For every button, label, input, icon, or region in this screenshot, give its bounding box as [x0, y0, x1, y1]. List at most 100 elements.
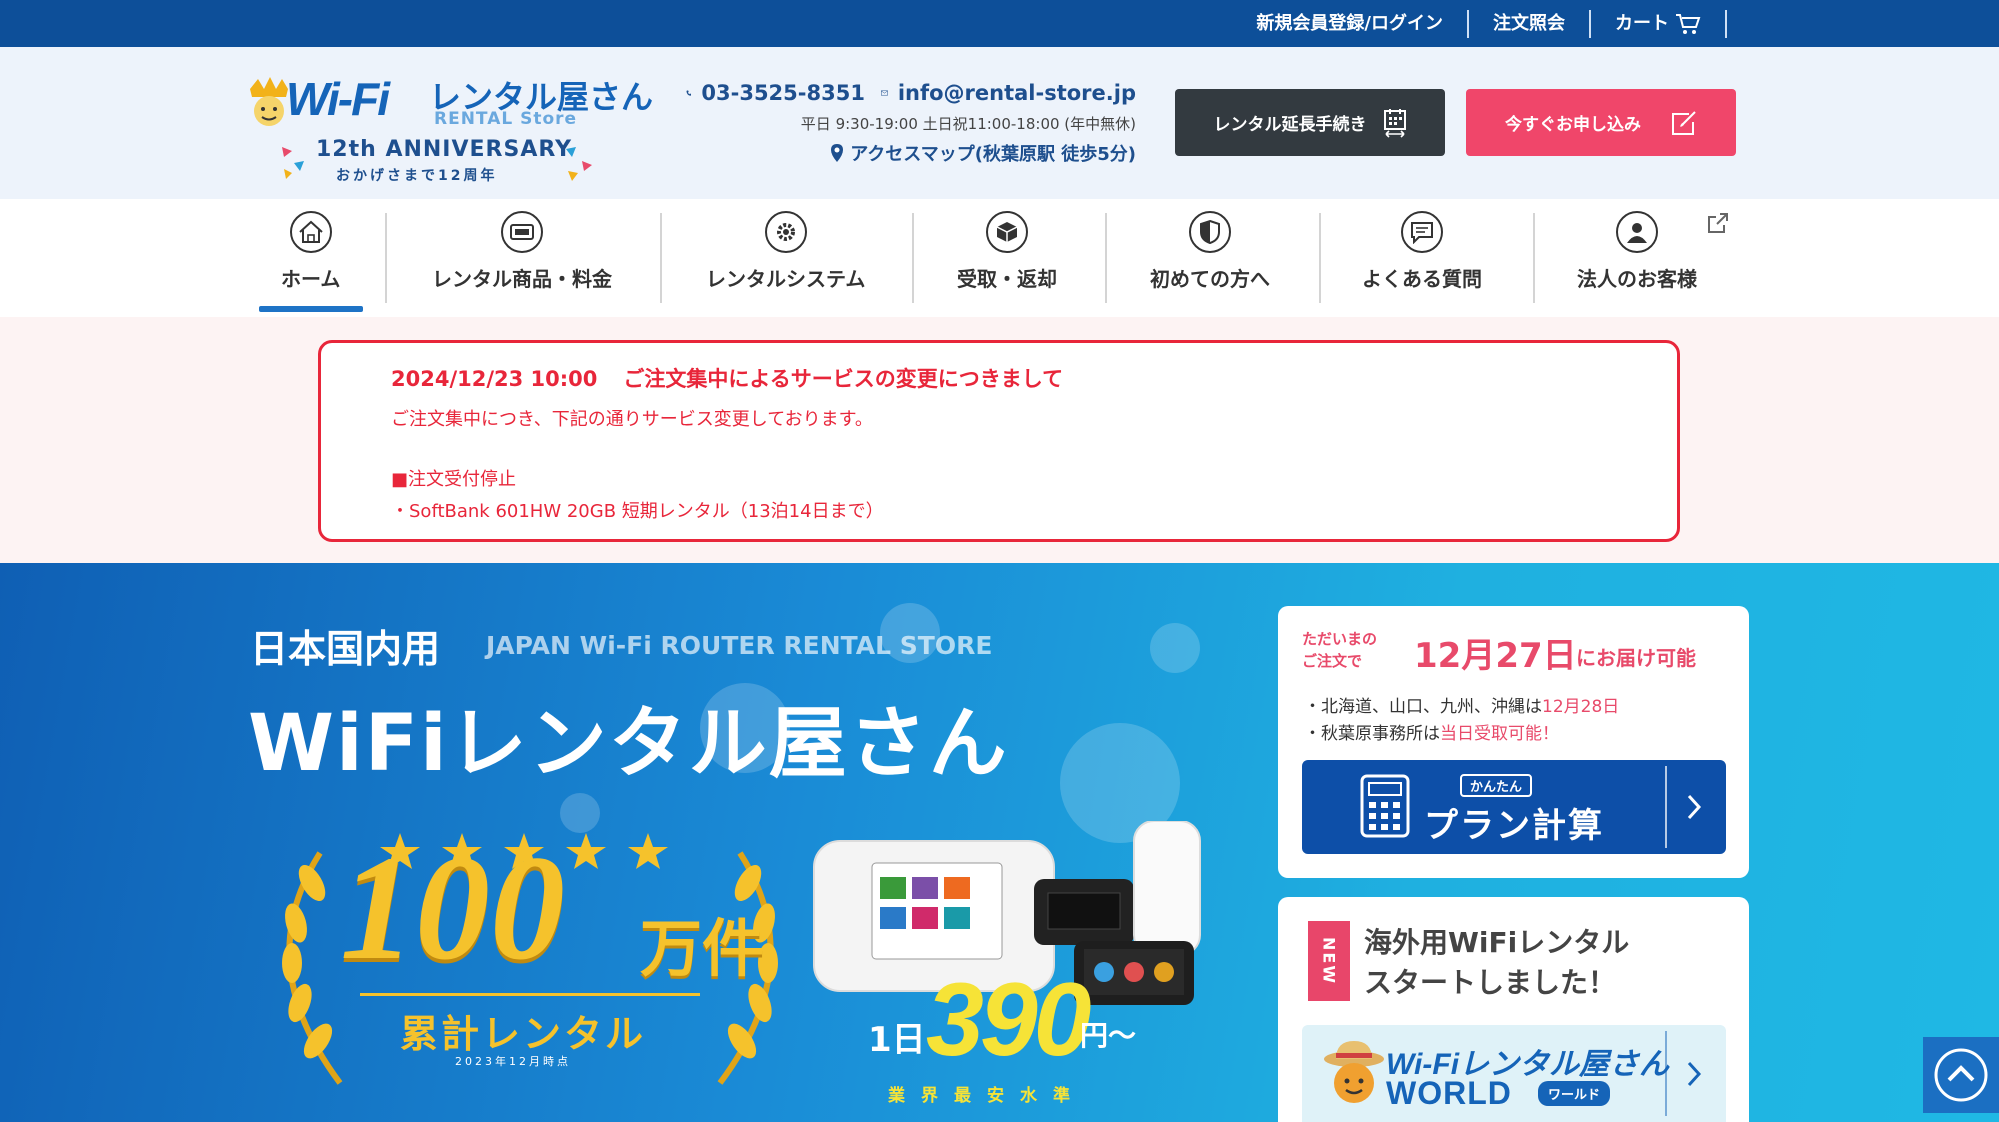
nav-item-label: 法人のお客様 [1577, 267, 1697, 291]
register-login-label: 新規会員登録/ログイン [1256, 12, 1443, 34]
chevron-right-icon [1687, 1061, 1702, 1087]
world-divider [1665, 1031, 1667, 1116]
nav-item-first-time[interactable]: 初めての方へ [1150, 211, 1270, 305]
nav-item-pickup-return[interactable]: 受取・返却 [957, 211, 1057, 305]
edit-icon [1672, 110, 1696, 135]
nav-item-faq[interactable]: よくある質問 [1362, 211, 1482, 305]
overseas-line1: 海外用WiFiレンタル [1364, 926, 1630, 959]
email-address[interactable]: info@rental-store.jp [898, 81, 1136, 105]
overseas-panel: NEW 海外用WiFiレンタル スタートしました！ Wi-Fiレンタル屋さん W… [1278, 897, 1749, 1122]
site-logo[interactable]: Wi-Fi レンタル屋さん RENTAL Store 12th ANNIVERS… [246, 67, 653, 187]
contact-info: 03-3525-8351 info@rental-store.jp 平日 9:3… [686, 81, 1136, 166]
delivery-lead-line1: ただいまの [1302, 630, 1378, 648]
contact-row: 03-3525-8351 info@rental-store.jp [686, 81, 1136, 105]
bullet-text: ・北海道、山口、九州、沖縄は [1304, 697, 1542, 717]
cart-link[interactable]: カート [1591, 9, 1727, 38]
award-asof: 2023年12月時点 [455, 1055, 571, 1068]
overseas-line2: スタートしました！ [1364, 966, 1617, 999]
notice-line: ご注文集中につき、下記の通りサービス変更しております。 [391, 409, 873, 430]
new-badge: NEW [1308, 921, 1350, 1001]
hero-banner: 日本国内用 JAPAN Wi-Fi ROUTER RENTAL STORE Wi… [0, 563, 1999, 1122]
logo-brand-sub: RENTAL Store [434, 109, 578, 129]
scroll-to-top-button[interactable] [1923, 1037, 1999, 1113]
hero-domestic-label: 日本国内用 [250, 627, 441, 671]
price-prefix: 1日 [868, 1020, 926, 1060]
nav-item-rental-products[interactable]: レンタル商品・料金 [432, 211, 612, 305]
logo-brand: Wi-Fi [286, 73, 390, 125]
package-icon [986, 211, 1028, 253]
external-link-icon [1708, 213, 1728, 233]
confetti-left-icon [282, 147, 304, 179]
notice-line: ・SoftBank 601HW 20GB 短期レンタル（13泊14日まで） [391, 501, 884, 522]
apply-now-label: 今すぐお申し込み [1505, 115, 1641, 135]
delivery-date: 12月27日 [1414, 636, 1577, 676]
wifi-world-button[interactable]: Wi-Fiレンタル屋さん WORLD ワールド [1302, 1025, 1726, 1122]
nav-item-label: レンタル商品・料金 [432, 267, 612, 291]
delivery-lead: ただいまの ご注文で [1302, 628, 1377, 672]
award-divider [360, 993, 700, 996]
business-hours: 平日 9:30-19:00 土日祝11:00-18:00 (年中無休) [800, 115, 1136, 133]
confetti-right-icon [566, 147, 592, 181]
access-map-link[interactable]: アクセスマップ(秋葉原駅 徒歩5分) [686, 140, 1136, 166]
nav-divider [1319, 213, 1321, 303]
calendar-icon [1383, 108, 1406, 138]
order-inquiry-link[interactable]: 注文照会 [1469, 9, 1591, 38]
chevron-up-icon [1934, 1048, 1988, 1102]
nav-item-label: ホーム [281, 267, 341, 291]
delivery-available: にお届け可能 [1576, 646, 1696, 670]
nav-divider [912, 213, 914, 303]
person-icon [1616, 211, 1658, 253]
nav-divider [660, 213, 662, 303]
bullet-highlight: 当日受取可能！ [1440, 724, 1559, 744]
nav-divider [1105, 213, 1107, 303]
hat-mascot-icon [1324, 1041, 1384, 1103]
gear-icon [764, 211, 807, 253]
apply-now-button[interactable]: 今すぐお申し込み [1466, 89, 1736, 156]
register-login-link[interactable]: 新規会員登録/ログイン [1256, 9, 1469, 38]
logo-anniversary-sub: おかげさまで12周年 [336, 168, 498, 184]
bullet-highlight: 12月28日 [1542, 697, 1620, 717]
hero-main-title: WiFiレンタル屋さん [248, 699, 1009, 789]
logo-anniversary: 12th ANNIVERSARY [316, 137, 573, 162]
nav-active-indicator [259, 306, 363, 312]
nav-item-rental-system[interactable]: レンタルシステム [706, 211, 865, 305]
shield-icon [1189, 211, 1231, 253]
rental-extension-label: レンタル延長手続き [1213, 115, 1367, 135]
plan-calculator-button[interactable]: かんたん プラン計算 [1302, 760, 1726, 854]
award-label: 累計レンタル [400, 1012, 647, 1056]
chat-icon [1401, 211, 1443, 253]
cart-label: カート [1615, 12, 1669, 34]
rental-extension-button[interactable]: レンタル延長手続き [1175, 89, 1445, 156]
global-nav: ホーム レンタル商品・料金 レンタルシステム 受取・返却 初めての方へ よくある… [0, 199, 1999, 317]
home-icon [289, 211, 332, 253]
award-unit: 万件 [640, 912, 765, 985]
phone-number[interactable]: 03-3525-8351 [701, 81, 865, 105]
cart-icon [1676, 13, 1701, 34]
router-icon [501, 211, 543, 253]
nav-item-label: レンタルシステム [706, 267, 866, 291]
notice-heading: ご注文集中によるサービスの変更につきまして [623, 367, 1064, 391]
notice-title[interactable]: 2024/12/23 10:00 ご注文集中によるサービスの変更につきまして [391, 363, 1677, 393]
calculator-icon [1360, 774, 1410, 838]
notice-box: 2024/12/23 10:00 ご注文集中によるサービスの変更につきまして ご注… [318, 340, 1680, 542]
delivery-lead-line2: ご注文で [1302, 652, 1363, 670]
world-badge: ワールド [1538, 1081, 1611, 1106]
order-inquiry-label: 注文照会 [1493, 12, 1565, 34]
hero-english-label: JAPAN Wi-Fi ROUTER RENTAL STORE [486, 631, 993, 660]
award-badge: 100 万件 累計レンタル 2023年12月時点 [250, 813, 810, 1122]
utility-links: 新規会員登録/ログイン 注文照会 カート [1256, 0, 1727, 47]
calc-label: プラン計算 [1424, 806, 1604, 846]
delivery-panel: ただいまの ご注文で 12月27日 にお届け可能 ・北海道、山口、九州、沖縄は1… [1278, 606, 1749, 878]
price-suffix: 円〜 [1080, 1019, 1137, 1052]
top-utility-bar: 新規会員登録/ログイン 注文照会 カート [0, 0, 1999, 47]
price-note: 業界最安水準 [888, 1086, 1086, 1106]
nav-item-corporate[interactable]: 法人のお客様 [1577, 211, 1697, 305]
delivery-bullet: ・秋葉原事務所は当日受取可能！ [1304, 719, 1559, 744]
nav-item-home[interactable]: ホーム [281, 211, 340, 305]
phone-icon [686, 90, 692, 96]
notice-section: 2024/12/23 10:00 ご注文集中によるサービスの変更につきまして ご注… [0, 317, 1999, 563]
calc-tag: かんたん [1460, 774, 1533, 797]
bokeh-decoration [1150, 623, 1200, 673]
bullet-text: ・秋葉原事務所は [1304, 724, 1440, 744]
chevron-right-icon [1687, 794, 1702, 820]
